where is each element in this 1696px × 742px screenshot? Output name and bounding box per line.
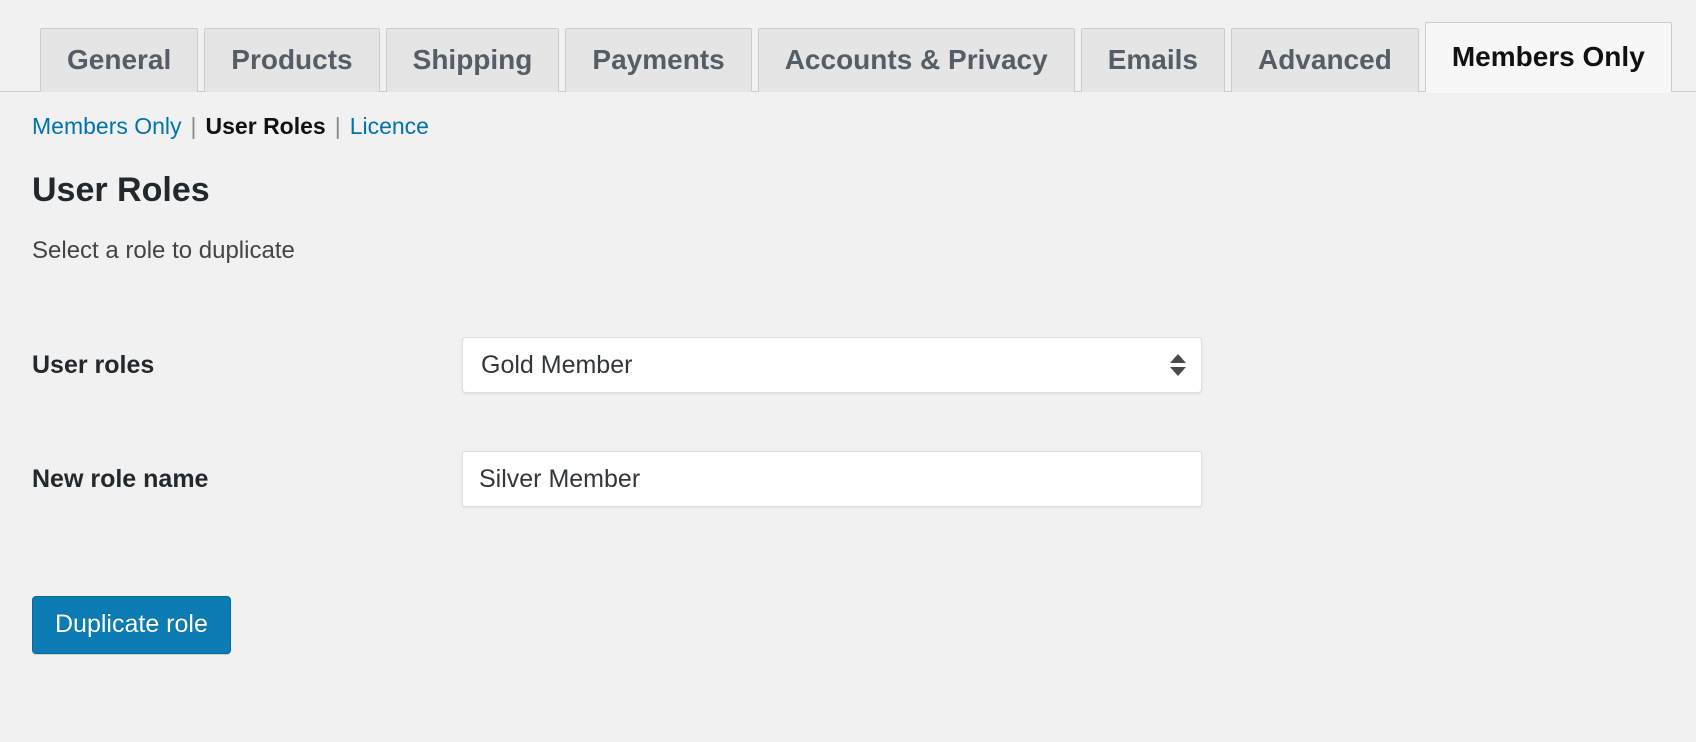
form-row-new-role-name: New role name — [0, 422, 1696, 536]
tab-general[interactable]: General — [40, 28, 199, 92]
user-roles-select-wrap: Gold Member — [462, 337, 1202, 393]
tab-payments[interactable]: Payments — [565, 28, 752, 92]
submit-area: Duplicate role — [32, 596, 1696, 654]
user-roles-field-cell: Gold Member — [462, 308, 1696, 422]
page-description: Select a role to duplicate — [32, 237, 295, 264]
subnav: Members Only | User Roles | Licence — [32, 112, 1696, 140]
duplicate-role-button[interactable]: Duplicate role — [32, 596, 231, 654]
tab-emails[interactable]: Emails — [1080, 28, 1225, 92]
tab-members-only[interactable]: Members Only — [1424, 22, 1672, 93]
user-roles-form: User roles Gold Member New role name — [0, 308, 1696, 536]
page-title: User Roles — [32, 171, 210, 209]
subnav-separator: | — [334, 113, 341, 139]
new-role-name-field-cell — [462, 422, 1696, 536]
tab-shipping[interactable]: Shipping — [385, 28, 560, 92]
user-roles-select[interactable]: Gold Member — [462, 337, 1202, 393]
subnav-separator: | — [190, 113, 197, 139]
user-roles-label: User roles — [32, 351, 155, 379]
new-role-name-label: New role name — [32, 465, 209, 493]
tab-accounts-and-privacy[interactable]: Accounts & Privacy — [757, 28, 1075, 92]
subnav-item-licence[interactable]: Licence — [350, 112, 429, 140]
new-role-name-input[interactable] — [462, 451, 1202, 507]
subnav-item-members-only[interactable]: Members Only — [32, 112, 182, 140]
subnav-item-user-roles[interactable]: User Roles — [206, 112, 326, 140]
tab-advanced[interactable]: Advanced — [1230, 28, 1419, 92]
form-row-user-roles: User roles Gold Member — [0, 308, 1696, 422]
tab-products[interactable]: Products — [204, 28, 380, 92]
settings-tab-strip: General Products Shipping Payments Accou… — [0, 0, 1696, 93]
